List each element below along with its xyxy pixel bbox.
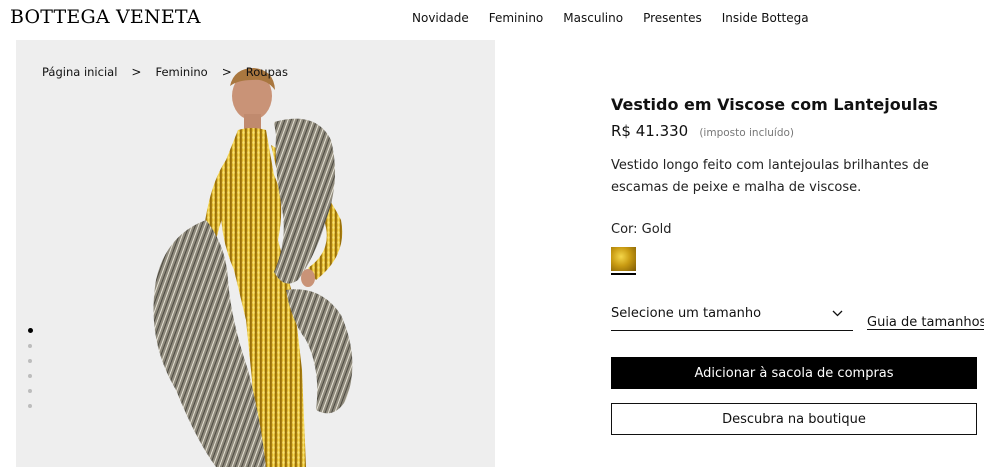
product-image-gallery[interactable]: Página inicial > Feminino > Roupas	[16, 40, 495, 467]
color-swatch-gold[interactable]	[611, 247, 636, 275]
gallery-dot[interactable]	[28, 374, 32, 378]
brand-logo[interactable]: BOTTEGA VENETA	[10, 6, 201, 28]
product-title: Vestido em Viscose com Lantejoulas	[611, 95, 938, 114]
gallery-dot-active[interactable]	[27, 328, 33, 333]
chevron-down-icon	[832, 310, 843, 317]
find-in-boutique-button[interactable]: Descubra na boutique	[611, 403, 977, 435]
breadcrumb-roupas[interactable]: Roupas	[246, 65, 288, 79]
gallery-dot[interactable]	[28, 404, 32, 408]
breadcrumb-separator: >	[221, 65, 232, 79]
size-guide-link[interactable]: Guia de tamanhos	[867, 315, 984, 330]
product-description: Vestido longo feito com lantejoulas bril…	[611, 158, 929, 195]
size-select-dropdown[interactable]: Selecione um tamanho	[611, 306, 853, 331]
breadcrumb: Página inicial > Feminino > Roupas	[42, 65, 288, 79]
gallery-dot[interactable]	[28, 359, 32, 363]
tax-note: (imposto incluído)	[699, 127, 795, 139]
color-label: Cor: Gold	[611, 222, 672, 237]
gallery-dot[interactable]	[28, 344, 32, 348]
breadcrumb-feminino[interactable]: Feminino	[155, 65, 207, 79]
breadcrumb-separator: >	[131, 65, 142, 79]
nav-item-novidade[interactable]: Novidade	[412, 10, 469, 26]
product-price: R$ 41.330	[611, 122, 689, 140]
top-navigation: Novidade Feminino Masculino Presentes In…	[412, 10, 829, 26]
nav-item-masculino[interactable]: Masculino	[563, 10, 623, 26]
gallery-dot[interactable]	[28, 389, 32, 393]
nav-item-inside-bottega[interactable]: Inside Bottega	[722, 10, 809, 26]
swatch-image	[611, 247, 636, 271]
breadcrumb-home[interactable]: Página inicial	[42, 65, 117, 79]
size-select-placeholder: Selecione um tamanho	[611, 306, 762, 321]
gallery-pagination	[27, 328, 33, 408]
add-to-bag-button[interactable]: Adicionar à sacola de compras	[611, 357, 977, 389]
nav-item-feminino[interactable]: Feminino	[489, 10, 544, 26]
product-photo	[153, 68, 353, 467]
price-row: R$ 41.330 (imposto incluído)	[611, 121, 794, 140]
nav-item-presentes[interactable]: Presentes	[643, 10, 702, 26]
